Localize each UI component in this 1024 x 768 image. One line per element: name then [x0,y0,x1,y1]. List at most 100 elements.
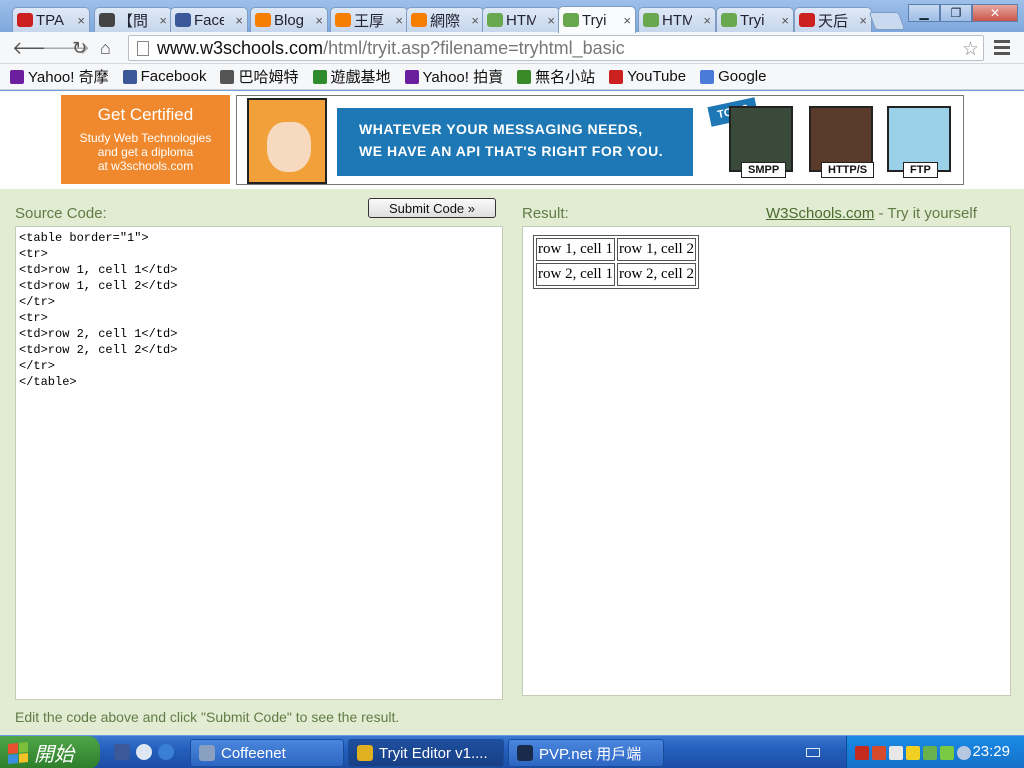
tab-label: Blog [274,11,304,29]
start-button[interactable]: 開始 [0,736,100,768]
bookmark-item[interactable]: Yahoo! 拍賣 [404,66,504,87]
tab-close-icon[interactable]: × [471,13,479,28]
close-window-button[interactable]: ✕ [972,4,1018,22]
cert-title: Get Certified [97,105,194,124]
bookmark-item[interactable]: Facebook [122,68,207,85]
page-icon [137,40,149,56]
source-code-label: Source Code: [15,205,107,222]
tab-close-icon[interactable]: × [703,13,711,28]
browser-tab[interactable]: Tryi × [716,7,794,32]
blogger-icon [411,13,427,27]
security-tray-icon[interactable] [855,745,869,760]
browser-tab[interactable]: HTM × [482,7,560,32]
browser-tab[interactable]: HTM × [638,7,716,32]
minimize-button[interactable]: ▁ [908,4,940,22]
banner-area: Get Certified Study Web Technologies and… [0,91,1024,189]
window-controls: ▁ ❐ ✕ [908,4,1018,22]
browser-tab[interactable]: Blog × [250,7,328,32]
tab-close-icon[interactable]: × [859,13,867,28]
smpp-card: SMPP [729,106,793,178]
taskbar-button[interactable]: Coffeenet [190,739,344,767]
volume-icon[interactable] [889,745,903,760]
reload-icon[interactable]: ↻ [72,38,87,59]
tab-label: HTM [506,11,536,29]
bookmark-item[interactable]: YouTube [609,68,686,85]
submit-code-button[interactable]: Submit Code » [368,198,496,218]
youtube-icon [17,13,33,27]
bahamut-icon [220,69,235,84]
protocol-label: FTP [903,162,938,178]
network-icon[interactable] [923,745,937,760]
get-certified-ad[interactable]: Get Certified Study Web Technologies and… [61,95,230,184]
bookmark-star-icon[interactable]: ☆ [962,38,979,61]
bookmark-item[interactable]: Google [700,68,766,85]
input-method-icon[interactable] [906,745,920,760]
coffeenet-icon [199,745,215,761]
youtube-icon [609,69,624,84]
facebook-quicklaunch-icon[interactable] [114,744,130,760]
youtube-icon [799,13,815,27]
nvidia-icon[interactable] [940,745,954,760]
tab-close-icon[interactable]: × [623,13,631,28]
browser-tab[interactable]: Tryi × [558,6,636,33]
tab-close-icon[interactable]: × [77,13,85,28]
bookmark-item[interactable]: Yahoo! 奇摩 [10,66,109,87]
cert-line-1: Study Web Technologies [79,131,212,145]
bahamut-icon [99,13,115,27]
taskbar-label: Tryit Editor v1.... [379,744,488,762]
result-table: row 1, cell 1 row 1, cell 2 row 2, cell … [533,235,699,289]
bookmark-item[interactable]: 巴哈姆特 [220,66,299,87]
url-path: /html/tryit.asp?filename=tryhtml_basic [323,37,625,58]
cert-line-2: and get a diploma [97,145,194,159]
tab-close-icon[interactable]: × [235,13,243,28]
table-cell: row 1, cell 2 [616,238,696,261]
keyboard-icon[interactable] [806,748,820,757]
start-label: 開始 [34,744,74,766]
browser-tab[interactable]: 天后 × [794,7,872,32]
antivirus-tray-icon[interactable] [872,745,886,760]
https-card: HTTP/S [809,106,875,178]
google-icon [700,69,715,84]
tab-label: 【問 [118,12,148,30]
sound-icon[interactable] [957,745,971,760]
table-cell: row 1, cell 1 [536,238,615,261]
blogger-icon [335,13,351,27]
clock[interactable]: 23:29 [972,743,1010,760]
browser-tab[interactable]: TPA × [12,7,90,32]
menu-icon[interactable] [994,40,1010,58]
tab-close-icon[interactable]: × [159,13,167,28]
source-code-editor[interactable]: <table border="1"> <tr> <td>row 1, cell … [15,226,503,700]
w3schools-icon [563,13,579,27]
api-ad-banner[interactable]: WHATEVER YOUR MESSAGING NEEDS, WE HAVE A… [236,95,964,185]
taskbar-button[interactable]: PVP.net 用戶端 [508,739,664,767]
w3schools-icon [643,13,659,27]
bookmark-label: Facebook [140,68,207,85]
browser-tab[interactable]: Face × [170,7,248,32]
bookmark-label: Yahoo! 拍賣 [422,69,504,86]
home-icon[interactable]: ⌂ [100,38,111,59]
maximize-button[interactable]: ❐ [940,4,972,22]
tab-close-icon[interactable]: × [315,13,323,28]
address-bar[interactable]: www.w3schools.com/html/tryit.asp?filenam… [128,35,984,61]
browser-tab[interactable]: 王厚 × [330,7,408,32]
browser-tab[interactable]: 【問 × [94,7,172,32]
bookmark-label: 遊戲基地 [330,69,391,86]
ad-line-2: WE HAVE AN API THAT'S RIGHT FOR YOU. [359,143,664,159]
bookmark-item[interactable]: 遊戲基地 [312,66,391,87]
browser-tab[interactable]: 網際 × [406,7,484,32]
tab-close-icon[interactable]: × [547,13,555,28]
new-tab-button[interactable] [868,12,906,30]
tab-label: TPA [36,11,65,29]
system-tray: 23:29 [846,736,1024,768]
taskbar-button[interactable]: Tryit Editor v1.... [348,739,504,767]
tab-close-icon[interactable]: × [395,13,403,28]
table-row: row 1, cell 1 row 1, cell 2 [536,238,696,261]
bookmark-item[interactable]: 無名小站 [517,66,595,87]
comic-character-image [247,98,327,184]
bookmark-label: 巴哈姆特 [238,69,299,86]
ie-icon[interactable] [158,744,174,760]
tab-close-icon[interactable]: × [781,13,789,28]
w3schools-link[interactable]: W3Schools.com [766,205,874,222]
wretch-icon [517,69,532,84]
media-player-icon[interactable] [136,744,152,760]
